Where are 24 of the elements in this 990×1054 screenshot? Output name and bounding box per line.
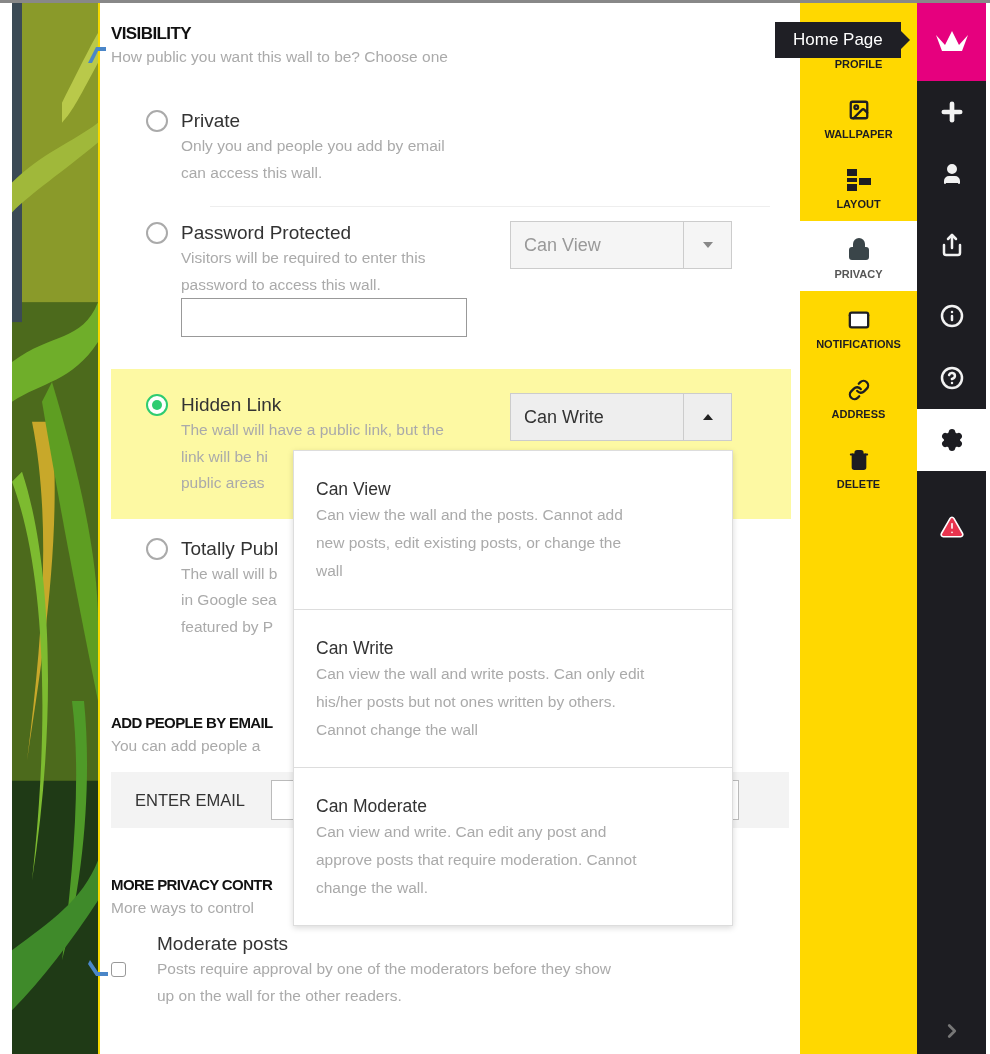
- section-subtitle: You can add people a: [111, 736, 261, 756]
- tooltip: Home Page: [775, 22, 910, 58]
- email-label: ENTER EMAIL: [135, 789, 247, 811]
- section-subtitle: More ways to control: [111, 898, 254, 918]
- option-description: in Google sea: [181, 590, 277, 610]
- option-title: Totally Publ: [181, 536, 279, 561]
- option-description: public areas: [181, 473, 265, 493]
- option-title: Hidden Link: [181, 393, 282, 417]
- option-description: The wall will b: [181, 563, 278, 584]
- checkbox-description: Posts require approval by one of the moderators before they show up on the wall for the other readers.: [157, 959, 613, 1006]
- section-heading: VISIBILITY: [111, 23, 191, 45]
- option-description: Only you and people you add by email: [181, 136, 445, 156]
- option-description: featured by P: [181, 616, 274, 637]
- section-heading: MORE PRIVACY CONTR: [111, 875, 273, 895]
- option-description: password to access this wall.: [181, 274, 381, 295]
- option-title: Password Protected: [181, 221, 352, 245]
- option-description: Visitors will be required to enter this: [181, 248, 426, 268]
- option-description: link will be hi: [181, 446, 268, 467]
- option-title: Private: [181, 109, 241, 133]
- option-description: The wall will have a public link, but the: [181, 420, 444, 440]
- option-description: can access this wall.: [181, 162, 323, 183]
- checkbox-label: Moderate posts: [157, 932, 288, 956]
- section-subtitle: How public you want this wall to be? Choose one: [111, 47, 448, 67]
- section-heading: ADD PEOPLE BY EMAIL: [111, 713, 273, 733]
